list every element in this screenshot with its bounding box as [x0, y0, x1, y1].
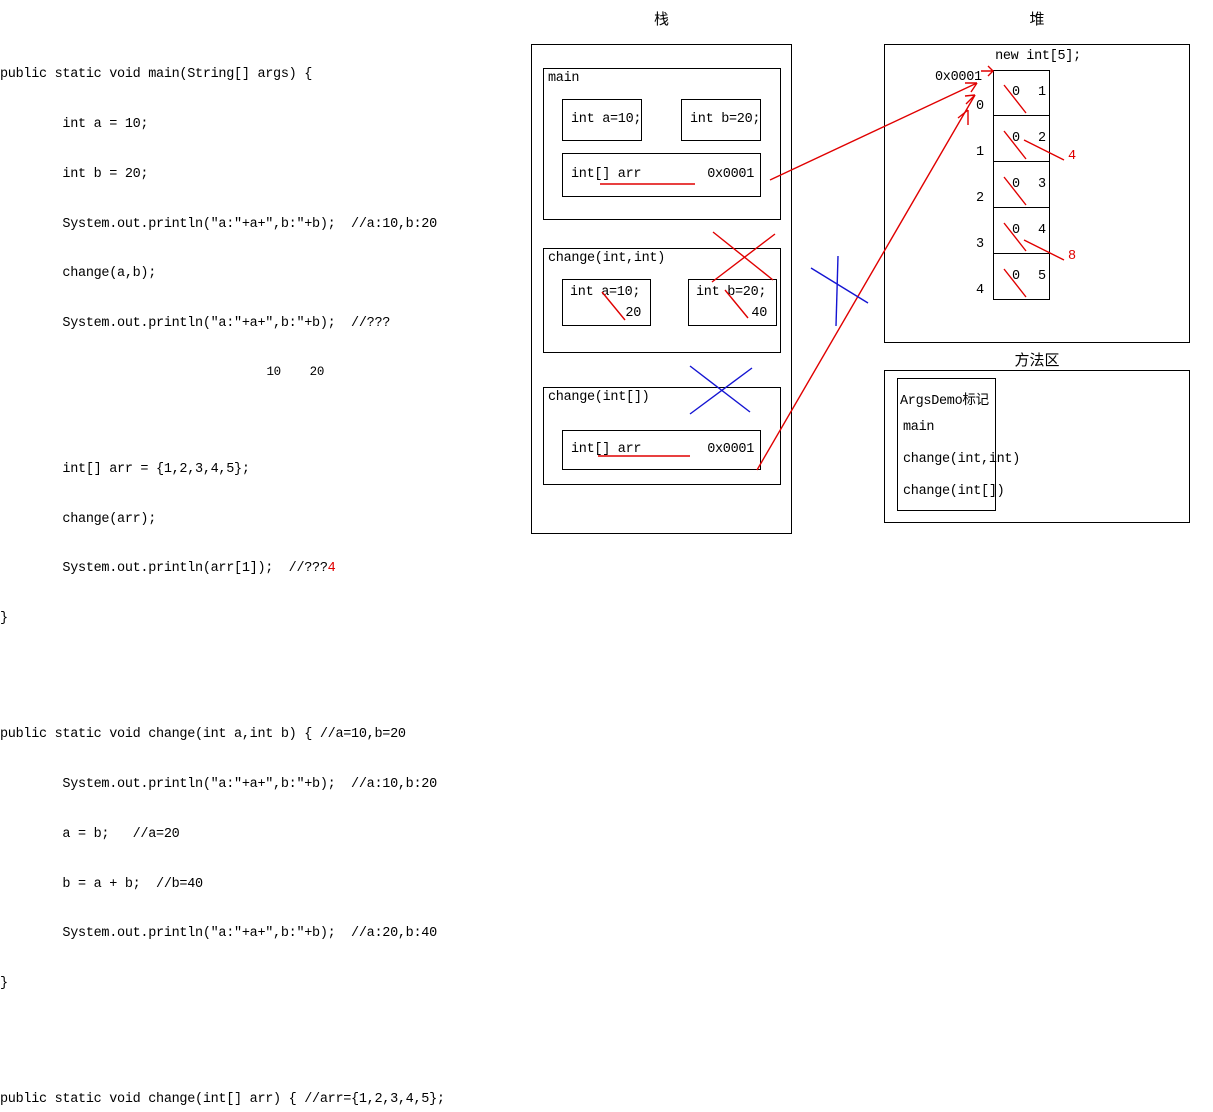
- code-line-text: System.out.println(arr[1]); //???: [0, 561, 328, 577]
- stack-frame-main: main int a=10; int b=20; int[] arr 0x000…: [543, 68, 781, 220]
- heap-index-2: 2: [976, 191, 984, 206]
- heap-cell-initial: 0: [1012, 222, 1020, 238]
- stack-var-a-change: int a=10; 20: [562, 279, 651, 326]
- code-line: int b = 20;: [0, 166, 149, 182]
- code-spacer: [0, 661, 520, 678]
- stack-var-text: int a=10;: [571, 112, 642, 128]
- stack-var-updated-value: 20: [625, 306, 641, 321]
- stack-frame-label: main: [548, 71, 580, 86]
- code-line: public static void change(int a,int b) {…: [0, 727, 406, 743]
- heap-cell-3: 0 4: [993, 208, 1050, 254]
- code-line: int a = 10;: [0, 116, 149, 132]
- code-line: }: [0, 611, 8, 627]
- source-code-panel: public static void main(String[] args) {…: [0, 34, 520, 1112]
- heap-region-title: 堆: [1029, 12, 1045, 28]
- heap-cell-value: 2: [1038, 130, 1046, 146]
- heap-cell-4: 0 5: [993, 254, 1050, 300]
- heap-index-4: 4: [976, 283, 984, 298]
- heap-cell-initial: 0: [1012, 176, 1020, 192]
- stack-var-arr-main: int[] arr 0x0001: [562, 153, 761, 197]
- stack-var-text: int[] arr: [571, 167, 642, 183]
- heap-cell-initial: 0: [1012, 268, 1020, 284]
- heap-cell-value: 1: [1038, 85, 1046, 101]
- heap-cell-2: 0 3: [993, 162, 1050, 208]
- heap-cell-0: 0 1: [993, 70, 1050, 116]
- stack-var-a-main: int a=10;: [562, 99, 642, 141]
- stack-frame-change-int-array: change(int[]) int[] arr 0x0001: [543, 387, 781, 485]
- code-block-change-int-int: public static void change(int a,int b) {…: [0, 694, 520, 1026]
- stack-var-text: int b=20;: [696, 285, 767, 300]
- code-spacer: [0, 1043, 520, 1060]
- stack-var-text: int[] arr: [571, 442, 642, 458]
- code-line: System.out.println("a:"+a+",b:"+b); //a:…: [0, 926, 437, 942]
- code-annotation-values: 10 20: [0, 364, 325, 379]
- code-block-change-int-array: public static void change(int[] arr) { /…: [0, 1059, 520, 1112]
- blue-cross-diagonal: [810, 267, 869, 304]
- heap-cell-initial: 0: [1012, 130, 1020, 146]
- method-area-item-change-int-array: change(int[]): [903, 484, 1005, 499]
- stack-var-b-main: int b=20;: [681, 99, 761, 141]
- code-line: change(a,b);: [0, 266, 157, 282]
- method-area-title: 方法区: [1014, 353, 1060, 369]
- code-line: System.out.println(arr[1]); //???4: [0, 561, 520, 578]
- stack-var-arr-change: int[] arr 0x0001: [562, 430, 761, 470]
- heap-address-label: 0x0001: [935, 70, 982, 85]
- method-area-item-change-int-int: change(int,int): [903, 452, 1021, 467]
- code-line: change(arr);: [0, 511, 157, 527]
- stack-var-text: int a=10;: [570, 285, 641, 300]
- heap-cell-1: 0 2: [993, 116, 1050, 162]
- stack-frame-change-int-int: change(int,int) int a=10; 20 int b=20; 4…: [543, 248, 781, 353]
- heap-index-3: 3: [976, 237, 984, 252]
- code-line: }: [0, 976, 8, 992]
- code-spacer: [0, 412, 520, 429]
- heap-cell-value: 5: [1038, 268, 1046, 284]
- code-line: a = b; //a=20: [0, 826, 180, 842]
- method-area-item-main: main: [903, 420, 935, 435]
- heap-cell-value: 3: [1038, 176, 1046, 192]
- code-line: b = a + b; //b=40: [0, 876, 203, 892]
- heap-cell-value: 4: [1038, 222, 1046, 238]
- stack-var-address: 0x0001: [707, 442, 754, 458]
- stack-region-title: 栈: [653, 12, 669, 28]
- code-line: System.out.println("a:"+a+",b:"+b); //??…: [0, 316, 391, 332]
- heap-cell-initial: 0: [1012, 85, 1020, 101]
- method-area-item-class: ArgsDemo标记: [900, 394, 989, 409]
- code-line: System.out.println("a:"+a+",b:"+b); //a:…: [0, 216, 437, 232]
- blue-cross-vertical: [835, 255, 839, 327]
- stack-var-address: 0x0001: [707, 167, 754, 183]
- stack-frame-label: change(int,int): [548, 251, 666, 266]
- code-line: int[] arr = {1,2,3,4,5};: [0, 461, 250, 477]
- code-line: public static void change(int[] arr) { /…: [0, 1092, 445, 1108]
- code-line: public static void main(String[] args) {: [0, 67, 313, 83]
- code-red-answer: 4: [327, 561, 336, 577]
- stack-var-updated-value: 40: [751, 306, 767, 321]
- stack-var-text: int b=20;: [690, 112, 761, 128]
- stack-frame-label: change(int[]): [548, 390, 650, 405]
- code-line: System.out.println("a:"+a+",b:"+b); //a:…: [0, 777, 437, 793]
- code-spacer: [0, 1026, 520, 1043]
- code-spacer: [0, 678, 520, 695]
- heap-index-1: 1: [976, 145, 984, 160]
- code-block-main: public static void main(String[] args) {…: [0, 34, 520, 661]
- stack-var-b-change: int b=20; 40: [688, 279, 777, 326]
- heap-cell-3-note: 8: [1068, 249, 1076, 264]
- heap-allocation-label: new int[5];: [995, 49, 1081, 64]
- heap-cell-1-note: 4: [1068, 149, 1076, 164]
- heap-index-0: 0: [976, 99, 984, 114]
